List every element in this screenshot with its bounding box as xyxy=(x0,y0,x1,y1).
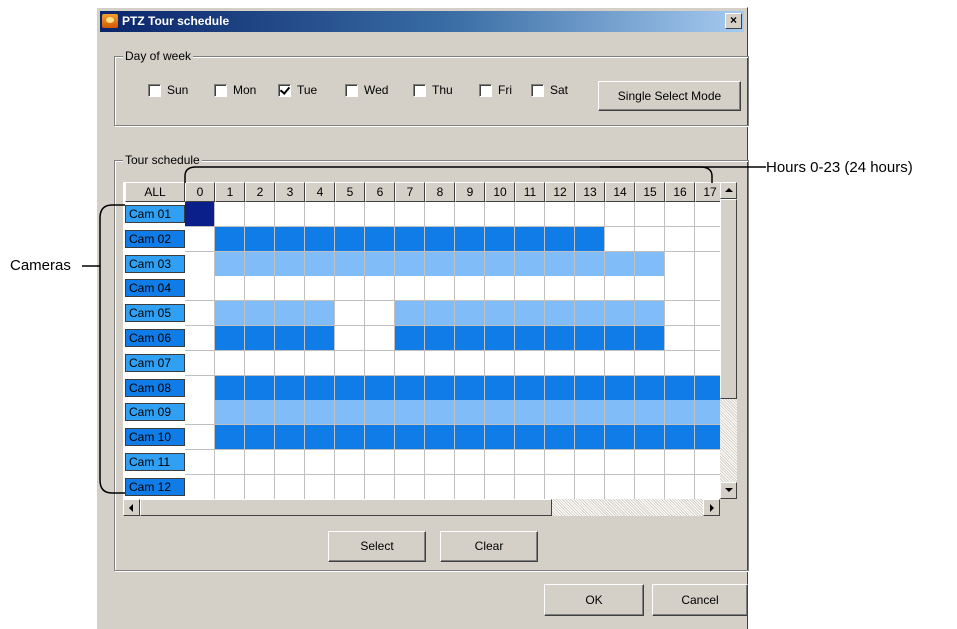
cameras-bracket xyxy=(99,204,125,494)
hours-bracket xyxy=(184,166,713,183)
annotation-brackets xyxy=(82,166,766,494)
hours-annotation: Hours 0-23 (24 hours) xyxy=(766,159,913,176)
cameras-annotation: Cameras xyxy=(10,257,71,274)
